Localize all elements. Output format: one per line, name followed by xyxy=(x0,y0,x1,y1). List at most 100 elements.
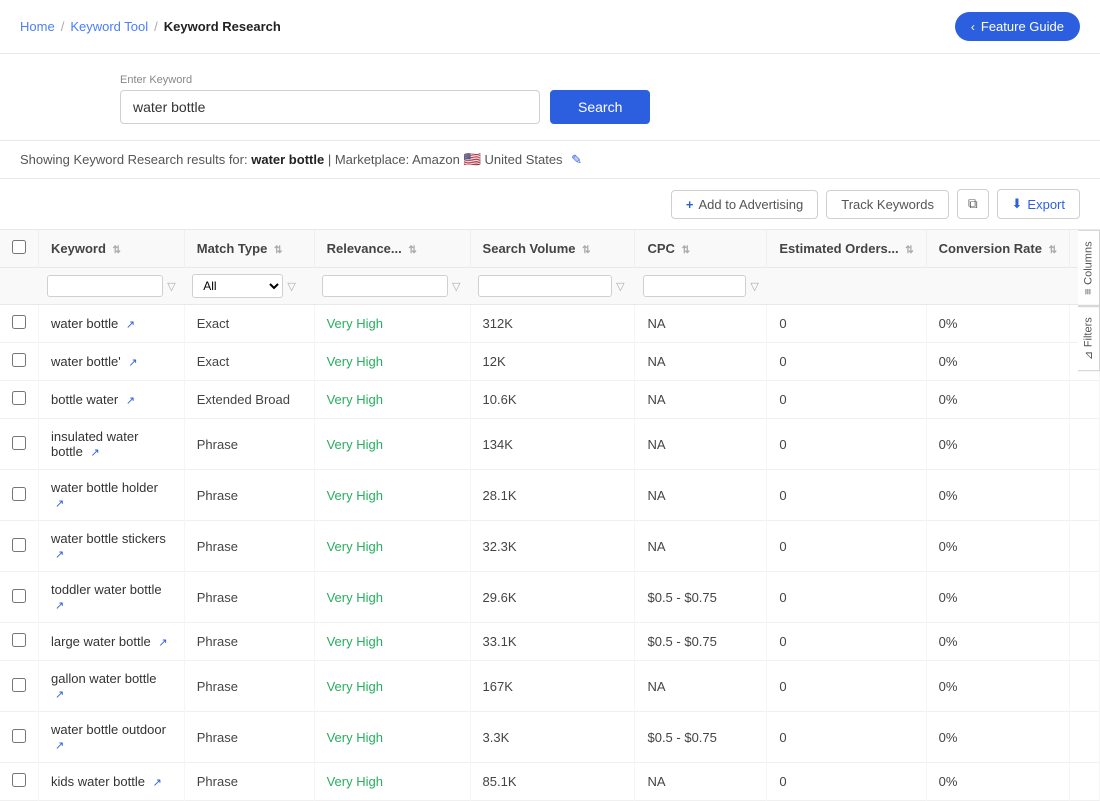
relevance-value: Very High xyxy=(327,590,383,605)
row-checkbox[interactable] xyxy=(12,589,26,603)
keyword-link[interactable]: water bottle outdoor xyxy=(51,722,166,737)
row-checkbox-cell xyxy=(0,521,39,572)
keyword-link[interactable]: toddler water bottle xyxy=(51,582,162,597)
header-est-orders[interactable]: Estimated Orders... ⇅ xyxy=(767,230,926,268)
row-search-volume: 3.3K xyxy=(470,712,635,763)
row-relevance: Very High xyxy=(314,572,470,623)
breadcrumb-keyword-tool[interactable]: Keyword Tool xyxy=(70,19,148,34)
row-checkbox[interactable] xyxy=(12,315,26,329)
breadcrumb-home[interactable]: Home xyxy=(20,19,55,34)
relevance-filter-icon[interactable]: ▽ xyxy=(452,280,460,293)
row-extra xyxy=(1070,572,1100,623)
search-vol-filter-input[interactable] xyxy=(478,275,612,297)
row-checkbox[interactable] xyxy=(12,353,26,367)
row-checkbox-cell xyxy=(0,572,39,623)
table-row: water bottle outdoor ↗ Phrase Very High … xyxy=(0,712,1100,763)
external-link-icon[interactable]: ↗ xyxy=(153,777,162,789)
table-row: water bottle holder ↗ Phrase Very High 2… xyxy=(0,470,1100,521)
row-checkbox-cell xyxy=(0,419,39,470)
add-to-advertising-button[interactable]: + Add to Advertising xyxy=(671,190,818,219)
external-link-icon[interactable]: ↗ xyxy=(126,319,135,331)
table-body: water bottle ↗ Exact Very High 312K NA 0… xyxy=(0,305,1100,801)
table-row: water bottle ↗ Exact Very High 312K NA 0… xyxy=(0,305,1100,343)
row-cpc: NA xyxy=(635,343,767,381)
row-est-orders: 0 xyxy=(767,419,926,470)
row-keyword: water bottle holder ↗ xyxy=(39,470,185,521)
select-all-checkbox[interactable] xyxy=(12,240,26,254)
relevance-value: Very High xyxy=(327,539,383,554)
track-keywords-button[interactable]: Track Keywords xyxy=(826,190,949,219)
external-link-icon[interactable]: ↗ xyxy=(55,740,64,752)
search-button[interactable]: Search xyxy=(550,90,650,124)
keyword-link[interactable]: kids water bottle xyxy=(51,774,145,789)
copy-button[interactable]: ⧉ xyxy=(957,189,989,219)
columns-tab[interactable]: ≡ Columns xyxy=(1078,230,1100,306)
row-checkbox[interactable] xyxy=(12,729,26,743)
row-search-volume: 85.1K xyxy=(470,763,635,801)
external-link-icon[interactable]: ↗ xyxy=(126,395,135,407)
header-relevance[interactable]: Relevance... ⇅ xyxy=(314,230,470,268)
table-row: bottle water ↗ Extended Broad Very High … xyxy=(0,381,1100,419)
external-link-icon[interactable]: ↗ xyxy=(90,447,99,459)
row-checkbox[interactable] xyxy=(12,633,26,647)
row-search-volume: 10.6K xyxy=(470,381,635,419)
search-input[interactable] xyxy=(120,90,540,124)
external-link-icon[interactable]: ↗ xyxy=(55,498,64,510)
keyword-filter-input[interactable] xyxy=(47,275,164,297)
row-est-orders: 0 xyxy=(767,381,926,419)
keyword-link[interactable]: large water bottle xyxy=(51,634,151,649)
cpc-filter-input[interactable] xyxy=(643,275,746,297)
row-checkbox[interactable] xyxy=(12,773,26,787)
export-button[interactable]: ⬇ Export xyxy=(997,189,1080,219)
relevance-value: Very High xyxy=(327,488,383,503)
external-link-icon[interactable]: ↗ xyxy=(55,689,64,701)
filters-tab[interactable]: ⊿ Filters xyxy=(1078,306,1100,371)
row-match-type: Phrase xyxy=(184,623,314,661)
row-search-volume: 12K xyxy=(470,343,635,381)
breadcrumb-current: Keyword Research xyxy=(164,19,281,34)
external-link-icon[interactable]: ↗ xyxy=(158,637,167,649)
row-checkbox[interactable] xyxy=(12,436,26,450)
row-checkbox[interactable] xyxy=(12,538,26,552)
external-link-icon[interactable]: ↗ xyxy=(55,549,64,561)
cpc-filter-icon[interactable]: ▽ xyxy=(750,280,758,293)
keyword-link[interactable]: gallon water bottle xyxy=(51,671,157,686)
row-match-type: Phrase xyxy=(184,572,314,623)
external-link-icon[interactable]: ↗ xyxy=(55,600,64,612)
keyword-link[interactable]: water bottle' xyxy=(51,354,121,369)
relevance-value: Very High xyxy=(327,354,383,369)
keyword-link[interactable]: water bottle xyxy=(51,316,118,331)
search-vol-filter-icon[interactable]: ▽ xyxy=(616,280,624,293)
match-type-filter-select[interactable]: All Exact Phrase Extended Broad xyxy=(192,274,283,298)
header-conv-rate[interactable]: Conversion Rate ⇅ xyxy=(926,230,1069,268)
header-cpc[interactable]: CPC ⇅ xyxy=(635,230,767,268)
row-checkbox[interactable] xyxy=(12,678,26,692)
row-keyword: insulated water bottle ↗ xyxy=(39,419,185,470)
row-checkbox-cell xyxy=(0,623,39,661)
keyword-filter-icon[interactable]: ▽ xyxy=(167,280,175,293)
row-checkbox-cell xyxy=(0,305,39,343)
breadcrumb: Home / Keyword Tool / Keyword Research xyxy=(20,19,281,34)
row-checkbox[interactable] xyxy=(12,487,26,501)
copy-icon: ⧉ xyxy=(968,196,978,211)
edit-icon[interactable]: ✎ xyxy=(571,152,582,167)
row-search-volume: 32.3K xyxy=(470,521,635,572)
external-link-icon[interactable]: ↗ xyxy=(128,357,137,369)
row-checkbox-cell xyxy=(0,712,39,763)
header-keyword[interactable]: Keyword ⇅ xyxy=(39,230,185,268)
header-search-volume[interactable]: Search Volume ⇅ xyxy=(470,230,635,268)
header-match-type[interactable]: Match Type ⇅ xyxy=(184,230,314,268)
export-label: Export xyxy=(1027,197,1065,212)
row-checkbox[interactable] xyxy=(12,391,26,405)
keyword-link[interactable]: bottle water xyxy=(51,392,118,407)
sort-keyword-icon: ⇅ xyxy=(113,245,121,256)
keyword-link[interactable]: water bottle holder xyxy=(51,480,158,495)
row-est-orders: 0 xyxy=(767,572,926,623)
row-match-type: Phrase xyxy=(184,712,314,763)
row-cpc: NA xyxy=(635,763,767,801)
keyword-link[interactable]: water bottle stickers xyxy=(51,531,166,546)
relevance-filter-input[interactable] xyxy=(322,275,448,297)
table-container: ≡ Columns ⊿ Filters Keyword ⇅ Match Type… xyxy=(0,230,1100,801)
feature-guide-button[interactable]: ‹ Feature Guide xyxy=(955,12,1080,41)
match-type-filter-icon[interactable]: ▽ xyxy=(287,280,295,293)
